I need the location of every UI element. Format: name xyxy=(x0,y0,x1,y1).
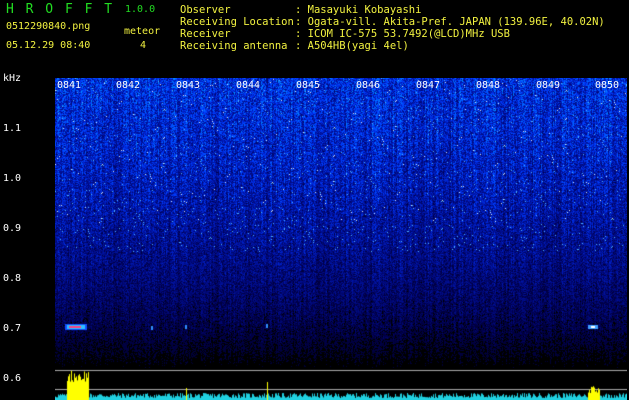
spectrogram xyxy=(55,78,627,368)
date-time: 05.12.29 08:40 xyxy=(6,40,91,51)
y-tick-1.1: 1.1 xyxy=(3,123,22,134)
time-label-0849: 0849 xyxy=(536,80,561,91)
y-tick-0.7: 0.7 xyxy=(3,323,22,334)
time-label-0842: 0842 xyxy=(116,80,141,91)
y-tick-1.0: 1.0 xyxy=(3,173,22,184)
y-tick-0.9: 0.9 xyxy=(3,223,22,234)
time-label-0850: 0850 xyxy=(595,80,620,91)
observer-label: Observer xyxy=(180,4,231,16)
receiver-label: Receiver xyxy=(180,28,231,40)
axis-unit: kHz xyxy=(3,73,22,84)
antenna-label: Receiving antenna xyxy=(180,40,288,52)
time-label-0843: 0843 xyxy=(176,80,201,91)
location-label: Receiving Location xyxy=(180,16,294,28)
time-label-0846: 0846 xyxy=(356,80,381,91)
time-label-0845: 0845 xyxy=(296,80,321,91)
signal-level-panel xyxy=(55,368,627,400)
antenna-value: : A504HB(yagi 4el) xyxy=(295,40,409,52)
time-label-0847: 0847 xyxy=(416,80,441,91)
file-name: 0512290840.png xyxy=(6,21,91,32)
app-title: H R O F F T xyxy=(6,2,115,17)
y-tick-0.6: 0.6 xyxy=(3,373,22,384)
location-value: : Ogata-vill. Akita-Pref. JAPAN (139.96E… xyxy=(295,16,605,28)
receiver-value: : ICOM IC-575 53.7492(@LCD)MHz USB xyxy=(295,28,510,40)
observer-value: : Masayuki Kobayashi xyxy=(295,4,422,16)
time-label-0844: 0844 xyxy=(236,80,261,91)
time-label-0848: 0848 xyxy=(476,80,501,91)
y-tick-0.8: 0.8 xyxy=(3,273,22,284)
app-version: 1.0.0 xyxy=(125,4,156,15)
meteor-label: meteor xyxy=(124,26,161,37)
time-label-0841: 0841 xyxy=(57,80,82,91)
meteor-count: 4 xyxy=(140,40,147,51)
